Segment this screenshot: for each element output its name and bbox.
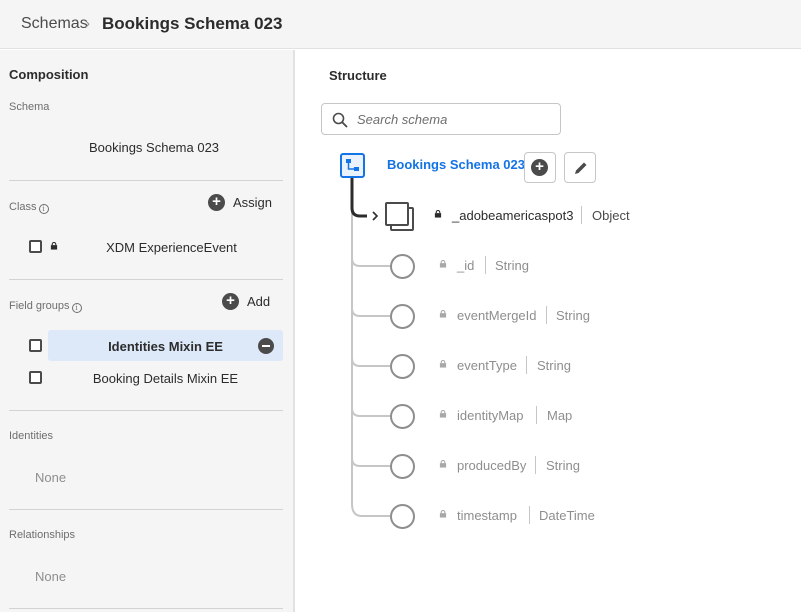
field-circle-icon [390,254,415,279]
hierarchy-icon [346,159,359,171]
field-type: String [556,308,590,323]
pencil-icon [575,162,587,174]
field-type: String [537,358,571,373]
divider [581,206,582,224]
field-name[interactable]: identityMap [457,408,523,423]
lock-icon [439,260,447,268]
divider [546,306,547,324]
field-type: DateTime [539,508,595,523]
field-type: Object [592,208,630,223]
lock-icon [439,510,447,518]
field-circle-icon [390,304,415,329]
divider [529,506,530,524]
chevron-right-icon[interactable] [370,209,380,223]
lock-icon [439,310,447,318]
add-field-button[interactable]: + [524,152,556,183]
field-name[interactable]: producedBy [457,458,526,473]
lock-icon [439,360,447,368]
field-circle-icon [390,354,415,379]
field-name[interactable]: timestamp [457,508,517,523]
add-icon: + [531,159,548,176]
lock-icon [439,410,447,418]
field-name[interactable]: eventType [457,358,517,373]
lock-icon [434,210,442,218]
divider [526,356,527,374]
field-name[interactable]: _id [457,258,474,273]
divider [535,456,536,474]
field-circle-icon [390,454,415,479]
field-type: String [495,258,529,273]
field-type: String [546,458,580,473]
edit-button[interactable] [564,152,596,183]
lock-icon [439,460,447,468]
divider [485,256,486,274]
divider [536,406,537,424]
field-name[interactable]: _adobeamericaspot3 [452,208,573,223]
schema-root-label[interactable]: Bookings Schema 023 [387,157,525,172]
object-field-icon[interactable] [385,202,415,232]
field-type: Map [547,408,573,423]
field-circle-icon [390,504,415,529]
schema-root-icon[interactable] [340,153,365,178]
field-name[interactable]: eventMergeId [457,308,537,323]
field-circle-icon [390,404,415,429]
